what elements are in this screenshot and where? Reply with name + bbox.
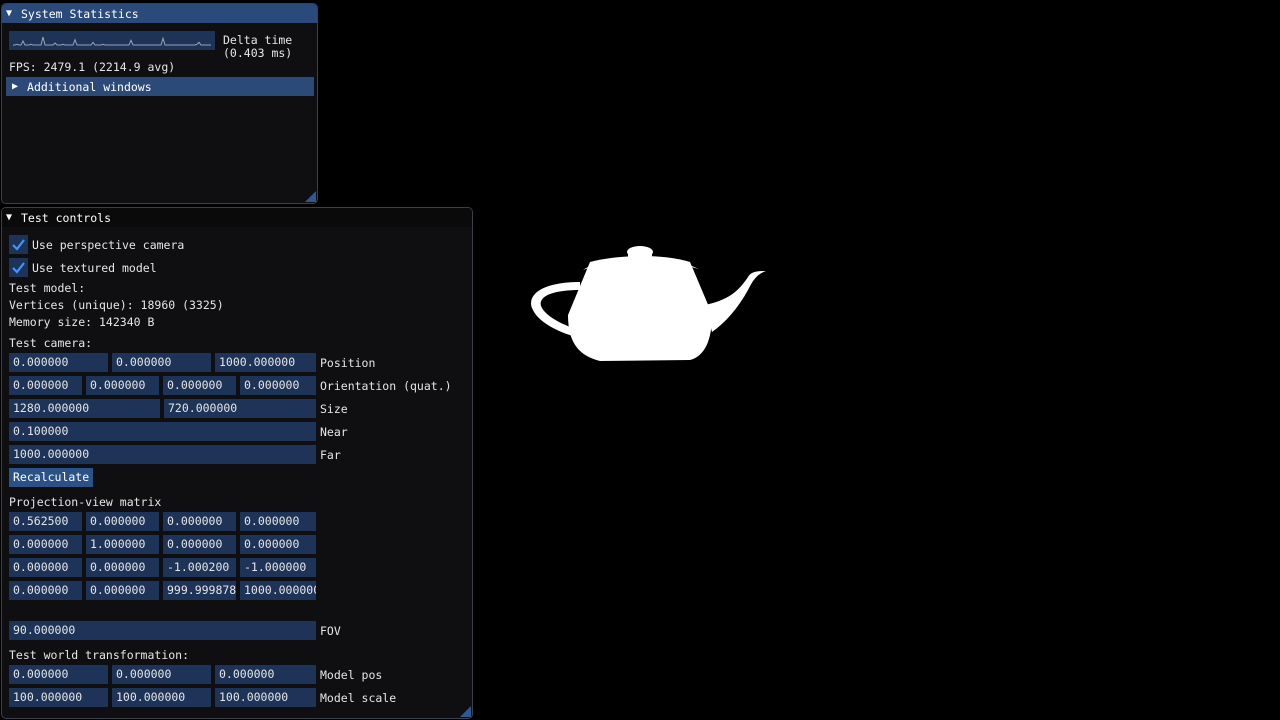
- matrix-cell[interactable]: 0.000000: [163, 512, 236, 531]
- matrix-cell[interactable]: 0.000000: [163, 535, 236, 554]
- delta-time-label: Delta time: [223, 33, 293, 47]
- orientation-z-input[interactable]: 0.000000: [163, 376, 236, 395]
- size-label: Size: [320, 402, 348, 416]
- textured-checkbox[interactable]: [9, 258, 28, 277]
- model-pos-label: Model pos: [320, 668, 383, 682]
- system-statistics-titlebar[interactable]: ▼ System Statistics: [2, 4, 317, 23]
- orientation-x-input[interactable]: 0.000000: [9, 376, 82, 395]
- world-heading: Test world transformation:: [9, 648, 190, 662]
- matrix-heading: Projection-view matrix: [9, 495, 162, 509]
- matrix-cell[interactable]: 999.999878: [163, 581, 236, 600]
- perspective-checkbox[interactable]: [9, 235, 28, 254]
- model-scale-y-input[interactable]: 100.000000: [112, 688, 211, 707]
- matrix-cell[interactable]: 0.000000: [86, 581, 159, 600]
- matrix-cell[interactable]: 0.000000: [86, 558, 159, 577]
- textured-label: Use textured model: [32, 261, 157, 275]
- far-label: Far: [320, 448, 341, 462]
- delta-time-value: (0.403 ms): [223, 46, 293, 60]
- model-pos-y-input[interactable]: 0.000000: [112, 665, 211, 684]
- memory-text: Memory size: 142340 B: [9, 315, 155, 329]
- near-input[interactable]: 0.100000: [9, 422, 316, 441]
- far-input[interactable]: 1000.000000: [9, 445, 316, 464]
- position-x-input[interactable]: 0.000000: [9, 353, 108, 372]
- system-statistics-window[interactable]: ▼ System Statistics Delta time (0.403 ms…: [1, 3, 318, 204]
- matrix-cell[interactable]: 0.000000: [9, 581, 82, 600]
- additional-windows-header[interactable]: ▶ Additional windows: [6, 77, 314, 96]
- fov-input[interactable]: 90.000000: [9, 621, 316, 640]
- additional-windows-label: Additional windows: [27, 79, 152, 94]
- position-y-input[interactable]: 0.000000: [112, 353, 211, 372]
- resize-grip-icon[interactable]: [460, 706, 471, 717]
- checkmark-icon: [12, 239, 25, 251]
- fps-text: FPS: 2479.1 (2214.9 avg): [9, 60, 176, 74]
- recalculate-button[interactable]: Recalculate: [9, 468, 94, 487]
- model-scale-z-input[interactable]: 100.000000: [215, 688, 316, 707]
- position-z-input[interactable]: 1000.000000: [215, 353, 316, 372]
- camera-heading: Test camera:: [9, 336, 93, 350]
- orientation-y-input[interactable]: 0.000000: [86, 376, 159, 395]
- matrix-cell[interactable]: 0.000000: [9, 558, 82, 577]
- matrix-cell[interactable]: 0.000000: [9, 535, 82, 554]
- orientation-w-input[interactable]: 0.000000: [240, 376, 316, 395]
- test-controls-titlebar[interactable]: ▼ Test controls: [2, 208, 472, 227]
- matrix-cell[interactable]: 0.000000: [240, 535, 316, 554]
- matrix-cell[interactable]: 0.000000: [240, 512, 316, 531]
- window-title: System Statistics: [21, 6, 139, 21]
- vertices-text: Vertices (unique): 18960 (3325): [9, 298, 224, 312]
- checkmark-icon: [12, 262, 25, 274]
- model-scale-x-input[interactable]: 100.000000: [9, 688, 108, 707]
- size-width-input[interactable]: 1280.000000: [9, 399, 160, 418]
- delta-time-plot[interactable]: [9, 31, 215, 50]
- position-label: Position: [320, 356, 376, 370]
- matrix-cell[interactable]: 0.562500: [9, 512, 82, 531]
- matrix-cell[interactable]: 1.000000: [86, 535, 159, 554]
- matrix-cell[interactable]: 1000.000000: [240, 581, 316, 600]
- collapse-arrow-icon[interactable]: ▼: [6, 212, 18, 223]
- resize-grip-icon[interactable]: [305, 191, 316, 202]
- size-height-input[interactable]: 720.000000: [164, 399, 316, 418]
- window-title: Test controls: [21, 210, 112, 225]
- model-scale-label: Model scale: [320, 691, 397, 705]
- orientation-label: Orientation (quat.): [320, 379, 452, 393]
- matrix-cell[interactable]: -1.000000: [240, 558, 316, 577]
- matrix-cell[interactable]: 0.000000: [86, 512, 159, 531]
- near-label: Near: [320, 425, 348, 439]
- fov-label: FOV: [320, 624, 341, 638]
- model-pos-x-input[interactable]: 0.000000: [9, 665, 108, 684]
- delta-time-line: [13, 36, 211, 46]
- model-heading: Test model:: [9, 281, 86, 295]
- perspective-label: Use perspective camera: [32, 238, 185, 252]
- model-pos-z-input[interactable]: 0.000000: [215, 665, 316, 684]
- matrix-cell[interactable]: -1.000200: [163, 558, 236, 577]
- collapse-arrow-icon[interactable]: ▼: [6, 8, 18, 19]
- test-controls-window[interactable]: ▼ Test controls Use perspective camera U…: [1, 207, 473, 719]
